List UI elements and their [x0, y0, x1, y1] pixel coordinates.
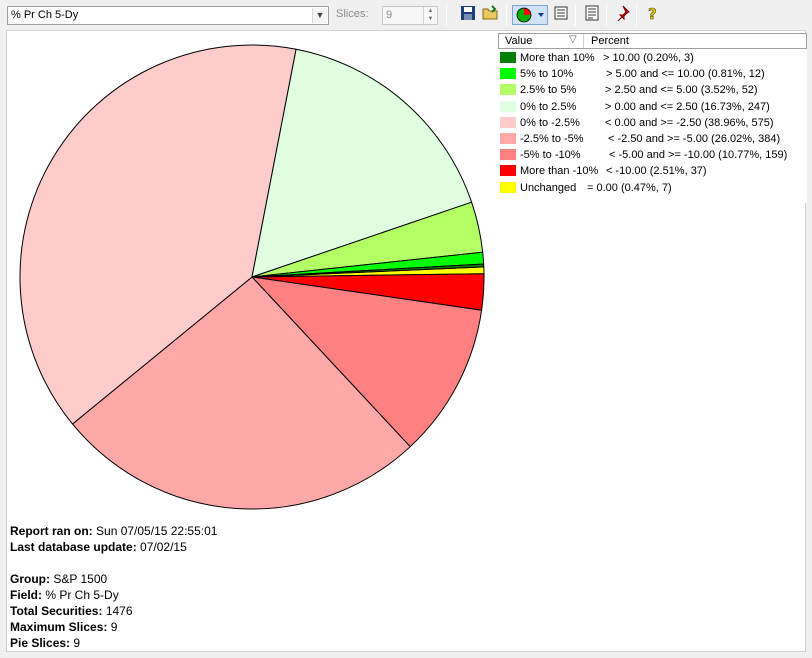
legend: Value ▽ Percent More than 10% > 10.00 (0.… — [498, 33, 807, 203]
maximum-slices-label: Maximum Slices: — [10, 620, 108, 634]
group-value: S&P 1500 — [53, 572, 108, 586]
legend-label: Unchanged — [520, 181, 577, 194]
legend-label: More than 10% — [520, 52, 595, 64]
legend-swatch — [500, 149, 516, 161]
legend-swatch — [500, 181, 516, 193]
legend-label: More than -10% — [520, 165, 599, 178]
report-ran-label: Report ran on: — [10, 524, 93, 538]
sort-indicator-icon: ▽ — [569, 34, 577, 45]
legend-swatch — [500, 52, 516, 63]
legend-header-value[interactable]: Value — [505, 35, 532, 47]
field-value: % Pr Ch 5-Dy — [45, 588, 119, 602]
legend-header: Value ▽ Percent — [498, 33, 807, 49]
legend-swatch — [500, 84, 516, 96]
legend-swatch — [500, 100, 516, 112]
database-update-value: 07/02/15 — [140, 540, 187, 554]
maximum-slices-line: Maximum Slices: 9 — [10, 619, 117, 635]
legend-range: > 0.00 and <= 2.50 (16.73%, 247) — [605, 100, 770, 113]
legend-label: -5% to -10% — [520, 149, 581, 162]
legend-range: > 5.00 and <= 10.00 (0.81%, 12) — [606, 68, 765, 81]
total-securities-value: 1476 — [105, 604, 133, 618]
database-update-label: Last database update: — [10, 540, 137, 554]
column-divider[interactable] — [583, 34, 584, 48]
legend-range: > 10.00 (0.20%, 3) — [603, 52, 694, 64]
pie-slices-label: Pie Slices: — [10, 636, 71, 650]
group-label: Group: — [10, 572, 50, 586]
legend-header-percent[interactable]: Percent — [591, 35, 629, 47]
legend-label: -2.5% to -5% — [520, 133, 584, 145]
field-line: Field: % Pr Ch 5-Dy — [10, 587, 119, 603]
legend-label: 0% to 2.5% — [520, 100, 577, 113]
report-ran-line: Report ran on: Sun 07/05/15 22:55:01 — [10, 523, 217, 539]
legend-range: > 2.50 and <= 5.00 (3.52%, 52) — [605, 84, 758, 97]
report-ran-value: Sun 07/05/15 22:55:01 — [96, 524, 218, 538]
legend-range: < -10.00 (2.51%, 37) — [606, 165, 707, 178]
database-update-line: Last database update: 07/02/15 — [10, 539, 187, 555]
legend-range: = 0.00 (0.47%, 7) — [587, 181, 672, 194]
legend-range: < -2.50 and >= -5.00 (26.02%, 384) — [608, 133, 781, 145]
report-window: % Pr Ch 5-Dy ▼ Slices: 9 ▲ ▼ ? Value ▽ P… — [0, 0, 812, 658]
legend-swatch — [500, 116, 516, 128]
pie-slices-line: Pie Slices: 9 — [10, 635, 80, 651]
maximum-slices-value: 9 — [110, 620, 118, 634]
legend-range: < 0.00 and >= -2.50 (38.96%, 575) — [605, 116, 774, 129]
legend-swatch — [500, 68, 516, 80]
legend-label: 2.5% to 5% — [520, 84, 577, 97]
legend-label: 0% to -2.5% — [520, 116, 580, 129]
total-securities-line: Total Securities: 1476 — [10, 603, 133, 619]
legend-swatch — [500, 133, 516, 144]
total-securities-label: Total Securities: — [10, 604, 103, 618]
legend-label: 5% to 10% — [520, 68, 574, 81]
legend-range: < -5.00 and >= -10.00 (10.77%, 159) — [609, 149, 788, 162]
group-line: Group: S&P 1500 — [10, 571, 107, 587]
field-label: Field: — [10, 588, 42, 602]
legend-swatch — [500, 165, 516, 177]
pie-slices-value: 9 — [73, 636, 81, 650]
